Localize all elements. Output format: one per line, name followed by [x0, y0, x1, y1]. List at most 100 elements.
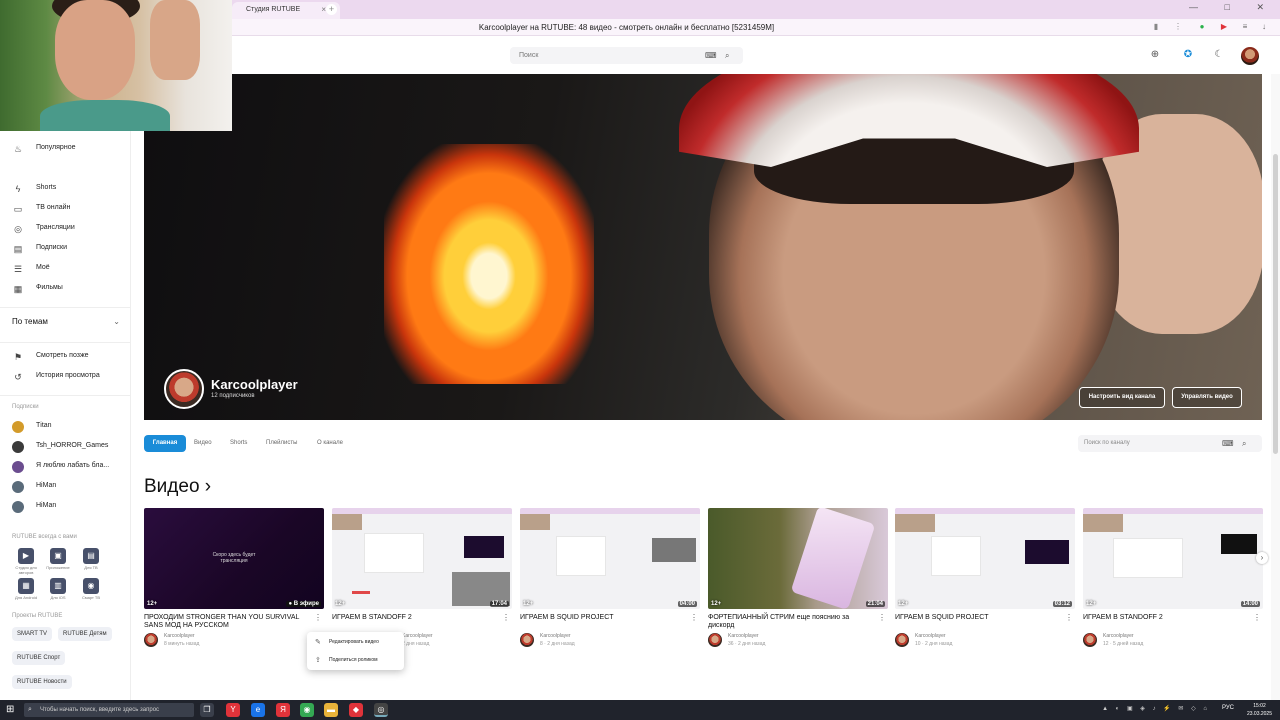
customize-channel-button[interactable]: Настроить вид канала [1079, 387, 1165, 408]
video-title[interactable]: ФОРТЕПИАННЫЙ СТРИМ еще пояснию за дискор… [708, 614, 888, 631]
video-card[interactable]: Скоро здесь будет трансляция 12+ ● В эфи… [144, 508, 324, 649]
scrollbar-thumb[interactable] [1273, 154, 1278, 454]
bookmark-icon[interactable]: ▮ [1151, 22, 1161, 32]
more-options-icon[interactable]: ⋮ [1253, 614, 1261, 622]
task-view-icon[interactable]: ❐ [200, 703, 214, 717]
subscription-item[interactable]: Я люблю лабать бла... [0, 458, 131, 476]
tab-home[interactable]: Главная [144, 435, 186, 452]
studio-app-icon[interactable]: ▶ [18, 548, 34, 564]
upload-icon[interactable]: ⊕ [1148, 48, 1162, 62]
video-channel[interactable]: Karcoolplayer [915, 633, 946, 639]
channel-avatar[interactable] [708, 633, 722, 647]
more-options-icon[interactable]: ⋮ [690, 614, 698, 622]
tab-about[interactable]: О канале [310, 435, 350, 452]
video-thumbnail[interactable]: Скоро здесь будет трансляция 12+ ● В эфи… [144, 508, 324, 609]
channel-avatar[interactable] [164, 369, 204, 409]
video-title[interactable]: ИГРАЕМ В SQUID PROJECT ⋮ [520, 614, 700, 631]
video-thumbnail[interactable]: 12+ 14:00 [1083, 508, 1263, 609]
smarttv-app-icon[interactable]: ◉ [83, 578, 99, 594]
channel-search-input[interactable]: Поиск по каналу ⌨ ⌕ [1078, 435, 1262, 452]
more-options-icon[interactable]: ⋮ [1065, 614, 1073, 622]
project-kids[interactable]: RUTUBE Детям [58, 627, 112, 641]
video-card[interactable]: 12+ 17:04 ИГРАЕМ В STANDOFF 2 ⋮ Karcoolpl… [332, 508, 512, 649]
video-title[interactable]: ПРОХОДИМ STRONGER THAN YOU SURVIVAL SANS… [144, 614, 324, 631]
sidebar-item-broadcasts[interactable]: ◎ Трансляции [0, 220, 131, 238]
project-smart-tv[interactable]: SMART TV [12, 627, 53, 641]
download-icon[interactable]: ↓ [1259, 22, 1269, 32]
video-card[interactable]: 12+ 03:12 ИГРАЕМ В SQUID PROJECT ⋮ Karcoo… [895, 508, 1075, 649]
sidebar-item-my[interactable]: ☰ Моё [0, 260, 131, 278]
ios-app-icon[interactable]: ▥ [50, 578, 66, 594]
mobile-app-icon[interactable]: ▣ [50, 548, 66, 564]
video-channel[interactable]: Karcoolplayer [1103, 633, 1134, 639]
channel-avatar[interactable] [895, 633, 909, 647]
subscription-item[interactable]: Tsh_HORROR_Games [0, 438, 131, 456]
subscription-item[interactable]: Тitan [0, 418, 131, 436]
sidebar-item-tv[interactable]: ▭ ТВ онлайн [0, 200, 131, 218]
channel-avatar[interactable] [520, 633, 534, 647]
video-channel[interactable]: Karcoolplayer [540, 633, 571, 639]
video-thumbnail[interactable]: 12+ 04:00 [520, 508, 700, 609]
video-title[interactable]: ИГРАЕМ В SQUID PROJECT ⋮ [895, 614, 1075, 631]
menu-icon[interactable]: ≡ [1240, 22, 1250, 32]
sidebar-item-films[interactable]: ▦ Фильмы [0, 280, 131, 298]
more-options-icon[interactable]: ⋮ [878, 614, 886, 622]
tab-playlists[interactable]: Плейлисты [259, 435, 304, 452]
subscription-item[interactable]: HiMan [0, 478, 131, 496]
video-card[interactable]: 12+ 14:00 ИГРАЕМ В STANDOFF 2 ⋮ Karcoolpl… [1083, 508, 1263, 649]
channel-avatar[interactable] [1083, 633, 1097, 647]
user-avatar[interactable] [1241, 47, 1259, 65]
keyboard-icon[interactable]: ⌨ [705, 47, 717, 64]
search-icon[interactable]: ⌕ [1242, 435, 1246, 452]
chrome-icon[interactable]: ◉ [300, 703, 314, 717]
sidebar-item-shorts[interactable]: ϟ Shorts [0, 180, 131, 198]
obs-icon[interactable]: ◎ [374, 703, 388, 717]
tv-app-icon[interactable]: ▤ [83, 548, 99, 564]
video-title[interactable]: ИГРАЕМ В STANDOFF 2 ⋮ [332, 614, 512, 631]
studio-icon[interactable]: ✪ [1181, 48, 1195, 62]
topics-dropdown[interactable]: По темам ⌄ [12, 317, 120, 326]
yandex-browser-icon[interactable]: Y [226, 703, 240, 717]
channel-name[interactable]: Karcoolplayer [211, 377, 298, 392]
video-card[interactable]: 12+ 04:00 ИГРАЕМ В SQUID PROJECT ⋮ Karcoo… [520, 508, 700, 649]
edge-icon[interactable]: e [251, 703, 265, 717]
search-icon[interactable]: ⌕ [725, 47, 729, 64]
language-indicator[interactable]: РУС [1222, 705, 1234, 711]
tab-shorts[interactable]: Shorts [223, 435, 254, 452]
manage-videos-button[interactable]: Управлять видео [1172, 387, 1242, 408]
system-tray-icons[interactable]: ▲ ◐ ▣ ◈ ♪ ⚡ ✉ ◇ ⌂ [1102, 705, 1210, 712]
extensions-icon[interactable]: ⋮ [1173, 22, 1183, 32]
sidebar-item-popular[interactable]: ♨ Популярное [0, 140, 131, 158]
video-card[interactable]: 12+ 21:04 ФОРТЕПИАННЫЙ СТРИМ еще пояснию… [708, 508, 888, 649]
project-sport[interactable]: RUTUBE Спорт [12, 651, 66, 665]
video-thumbnail[interactable]: 12+ 21:04 [708, 508, 888, 609]
new-tab-button[interactable]: + [326, 4, 337, 15]
explorer-icon[interactable]: ▬ [324, 703, 338, 717]
sidebar-item-subscriptions[interactable]: ▤ Подписки [0, 240, 131, 258]
project-news[interactable]: RUTUBE Новости [12, 675, 72, 689]
sidebar-item-history[interactable]: ↺ История просмотра [0, 368, 131, 386]
more-options-icon[interactable]: ⋮ [502, 614, 510, 622]
shield-icon[interactable]: ● [1197, 22, 1207, 32]
menu-item-share[interactable]: ⇪ Поделиться роликом [307, 652, 404, 669]
search-input[interactable]: Поиск ⌨ ⌕ [510, 47, 743, 64]
yandex-icon[interactable]: Я [276, 703, 290, 717]
keyboard-icon[interactable]: ⌨ [1222, 435, 1234, 452]
browser-tab[interactable]: Студия RUTUBE × [232, 2, 340, 19]
youtube-ext-icon[interactable]: ▶ [1219, 22, 1229, 32]
menu-item-edit[interactable]: ✎ Редактировать видео [307, 634, 404, 651]
video-channel[interactable]: Karcoolplayer [164, 633, 195, 639]
sidebar-item-watch-later[interactable]: ⚑ Смотреть позже [0, 348, 131, 366]
video-thumbnail[interactable]: 12+ 03:12 [895, 508, 1075, 609]
windows-start-icon[interactable]: ⊞ [6, 704, 14, 716]
videos-section-title[interactable]: Видео › [144, 476, 211, 498]
carousel-next-button[interactable]: › [1256, 552, 1268, 564]
taskbar-search[interactable]: ⌕ Чтобы начать поиск, введите здесь запр… [24, 703, 194, 717]
app-icon[interactable]: ◆ [349, 703, 363, 717]
page-scrollbar[interactable] [1271, 74, 1280, 700]
video-thumbnail[interactable]: 12+ 17:04 [332, 508, 512, 609]
android-app-icon[interactable]: ▦ [18, 578, 34, 594]
video-title[interactable]: ИГРАЕМ В STANDOFF 2 ⋮ [1083, 614, 1263, 631]
video-channel[interactable]: Karcoolplayer [402, 633, 433, 639]
channel-avatar[interactable] [144, 633, 158, 647]
